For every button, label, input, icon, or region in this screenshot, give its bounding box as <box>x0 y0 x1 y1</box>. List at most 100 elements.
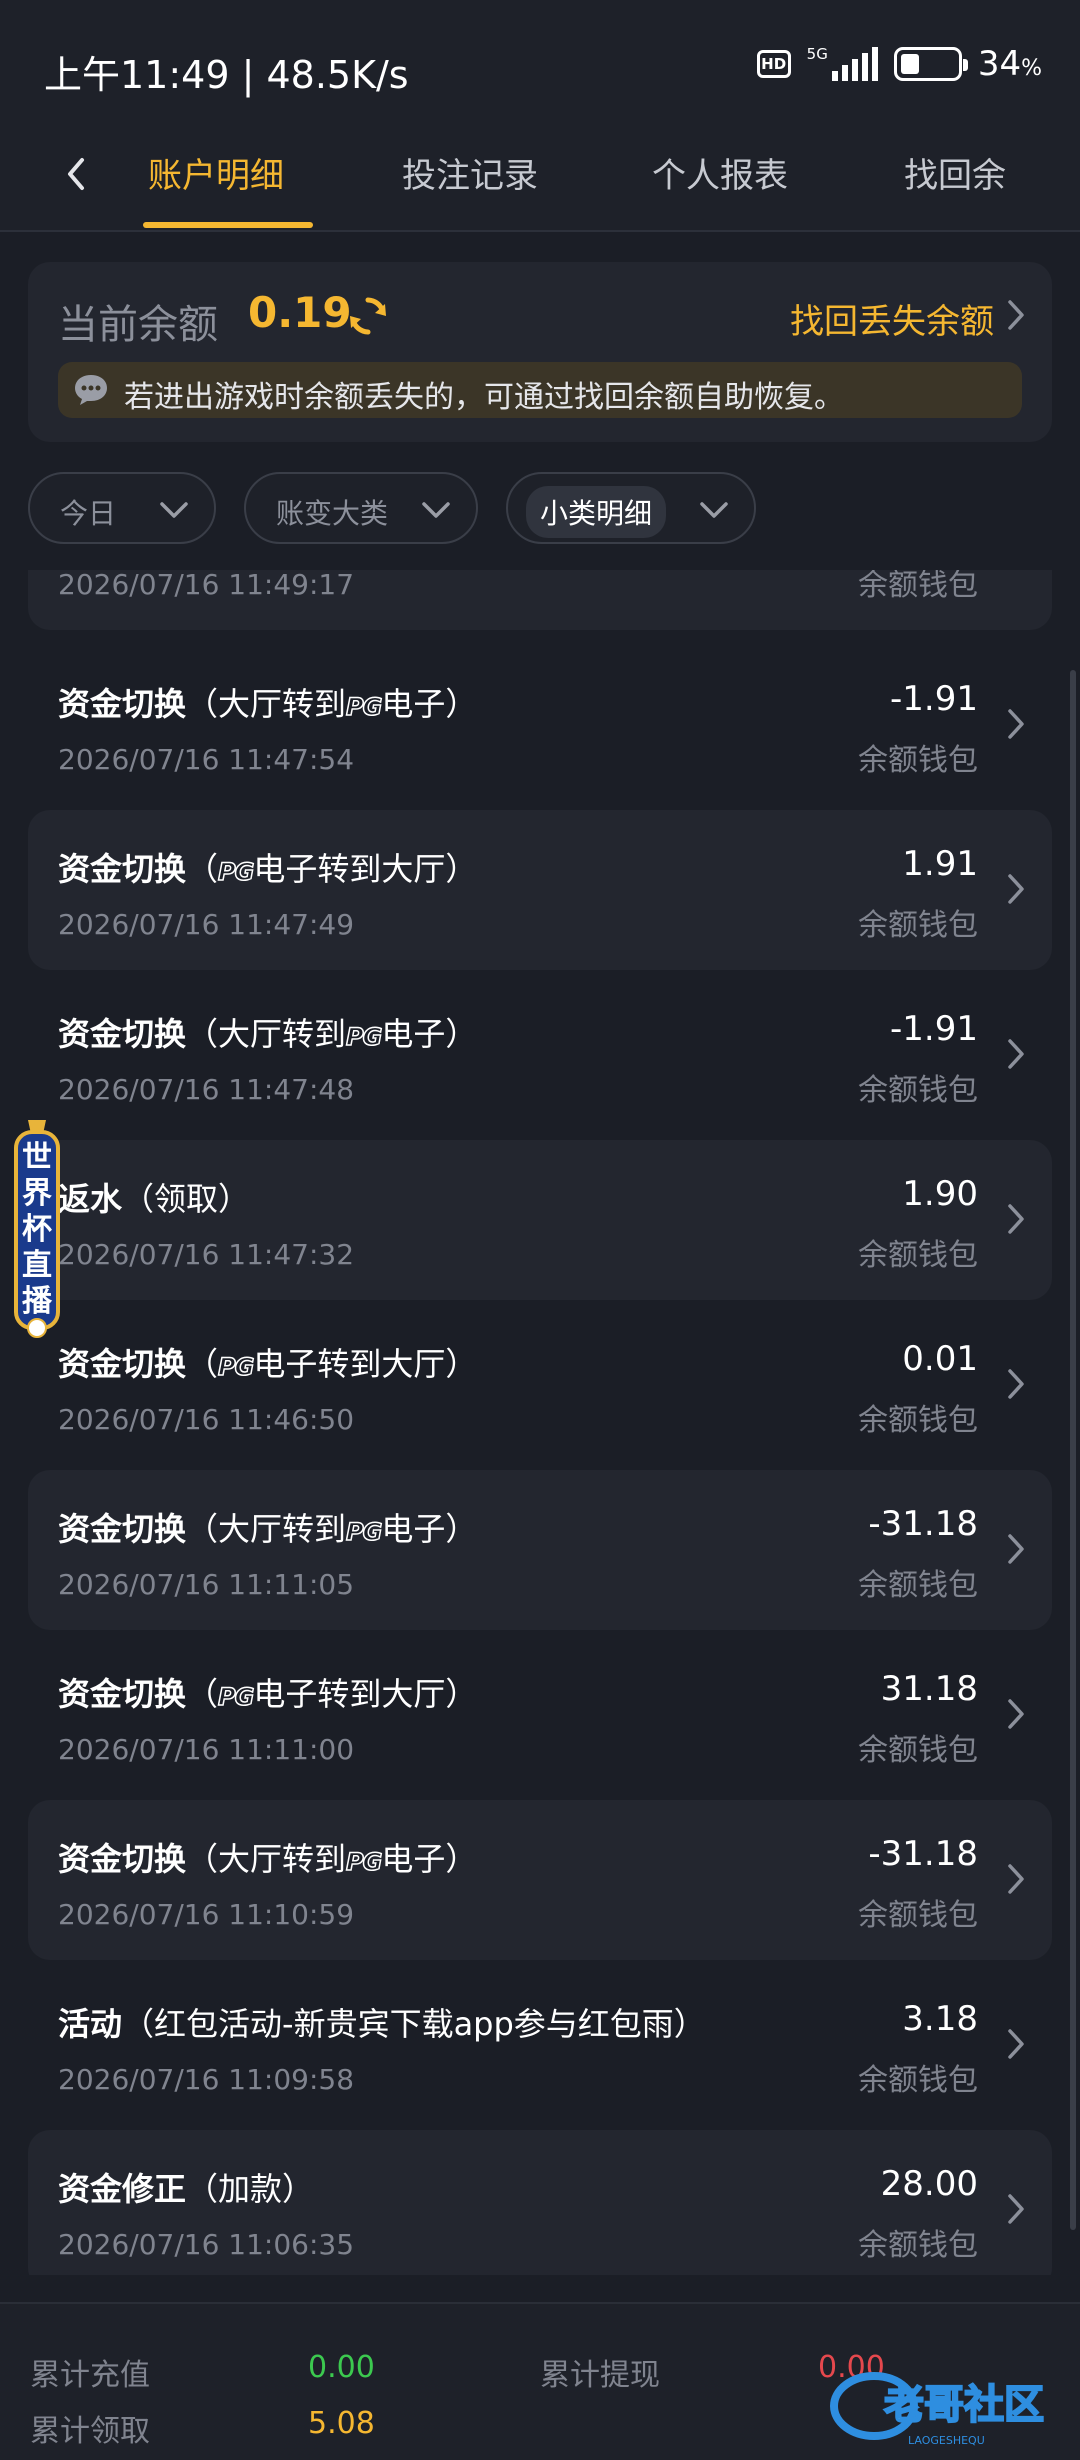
total-claim-label: 累计领取 <box>30 2414 150 2449</box>
total-recharge-value: 0.00 <box>308 2350 375 2385</box>
record-title: 资金切换（PG电子转到大厅） <box>58 1345 478 1383</box>
svg-text:LAOGESHEQU: LAOGESHEQU <box>908 2434 985 2447</box>
record-wallet: 余额钱包 <box>858 743 978 778</box>
balance-card: 当前余额 0.19 找回丢失余额 若进出游戏时余额丢失的，可通过找回余额自助恢复… <box>28 262 1052 442</box>
record-time: 2026/07/16 11:47:54 <box>58 743 355 776</box>
chat-bubble-icon <box>75 375 107 405</box>
svg-text:老哥社区: 老哥社区 <box>884 2382 1044 2428</box>
record-amount: -31.18 <box>868 1834 978 1874</box>
record-amount: 31.18 <box>880 1669 978 1709</box>
chevron-right-icon[interactable] <box>1004 2025 1028 2063</box>
record-list: 2026/07/16 11:49:17 余额钱包 资金切换（大厅转到PG电子） 2… <box>0 570 1080 2275</box>
pg-logo-icon: PG <box>345 1847 383 1877</box>
record-time: 2026/07/16 11:47:32 <box>58 1238 355 1271</box>
record-time: 2026/07/16 11:06:35 <box>58 2228 355 2261</box>
filter-subcategory-label: 小类明细 <box>526 486 667 538</box>
record-time: 2026/07/16 11:09:58 <box>58 2063 355 2096</box>
chevron-down-icon <box>700 502 728 518</box>
world-cup-live-text: 世界杯直播 <box>22 1140 52 1319</box>
battery-icon <box>893 47 968 81</box>
record-wallet: 余额钱包 <box>858 2063 978 2098</box>
status-bar: 上午11:49 | 48.5K/s HD 5G 34% <box>0 0 1080 130</box>
record-wallet: 余额钱包 <box>858 1568 978 1603</box>
pg-logo-icon: PG <box>345 1022 383 1052</box>
tab-bet-records[interactable]: 投注记录 <box>402 148 538 197</box>
filter-date-label: 今日 <box>60 497 117 530</box>
record-amount: 3.18 <box>902 1999 978 2039</box>
chevron-right-icon[interactable] <box>1004 1200 1028 1238</box>
record-time: 2026/07/16 11:49:17 <box>58 570 355 601</box>
list-item[interactable]: 资金切换（大厅转到PG电子） 2026/07/16 11:47:54 -1.91 余额… <box>28 645 1052 805</box>
chevron-left-icon <box>68 158 84 190</box>
chevron-right-icon[interactable] <box>1002 296 1028 334</box>
notice-banner: 若进出游戏时余额丢失的，可通过找回余额自助恢复。 <box>58 362 1022 418</box>
tab-account-details[interactable]: 账户明细 <box>148 148 284 197</box>
tab-recover[interactable]: 找回余 <box>904 148 1006 197</box>
pg-logo-icon: PG <box>345 692 383 722</box>
record-title: 资金切换（大厅转到PG电子） <box>58 685 478 723</box>
recover-balance-link[interactable]: 找回丢失余额 <box>790 294 994 343</box>
active-tab-indicator <box>143 222 313 228</box>
list-item[interactable]: 资金切换（PG电子转到大厅） 2026/07/16 11:47:49 1.91 余额钱… <box>28 810 1052 970</box>
record-title: 资金修正（加款） <box>58 2170 315 2208</box>
record-amount: -1.91 <box>890 1009 978 1049</box>
tab-bar: 账户明细 投注记录 个人报表 找回余 <box>0 130 1080 232</box>
filter-subcategory[interactable]: 小类明细 <box>506 472 756 544</box>
signal-icon: 5G <box>807 47 878 81</box>
chevron-down-icon <box>422 502 450 518</box>
chevron-right-icon[interactable] <box>1004 1035 1028 1073</box>
record-wallet: 余额钱包 <box>858 1403 978 1438</box>
record-wallet: 余额钱包 <box>858 1898 978 1933</box>
filter-category[interactable]: 账变大类 <box>244 472 478 544</box>
record-amount: -1.91 <box>890 679 978 719</box>
world-cup-live-badge[interactable]: 世界杯直播 <box>12 1118 62 1340</box>
refresh-icon[interactable] <box>346 294 390 338</box>
record-wallet: 余额钱包 <box>858 908 978 943</box>
record-title: 资金切换（大厅转到PG电子） <box>58 1510 478 1548</box>
record-title: 资金切换（大厅转到PG电子） <box>58 1015 478 1053</box>
list-item[interactable]: 返水（领取） 2026/07/16 11:47:32 1.90 余额钱包 <box>28 1140 1052 1300</box>
chevron-right-icon[interactable] <box>1004 1530 1028 1568</box>
filter-date[interactable]: 今日 <box>28 472 216 544</box>
network-label: 5G <box>806 45 828 63</box>
balance-label: 当前余额 <box>58 302 218 348</box>
pg-logo-icon: PG <box>217 1682 255 1712</box>
record-title: 返水（领取） <box>58 1180 251 1218</box>
scrollbar[interactable] <box>1070 670 1076 2230</box>
pg-logo-icon: PG <box>217 1352 255 1382</box>
list-item[interactable]: 资金切换（大厅转到PG电子） 2026/07/16 11:11:05 -31.18 余… <box>28 1470 1052 1630</box>
notice-text: 若进出游戏时余额丢失的，可通过找回余额自助恢复。 <box>124 380 844 415</box>
record-wallet: 余额钱包 <box>858 570 978 603</box>
chevron-right-icon[interactable] <box>1004 1365 1028 1403</box>
list-item[interactable]: 活动（红包活动-新贵宾下载app参与红包雨） 2026/07/16 11:09:5… <box>28 1965 1052 2125</box>
record-time: 2026/07/16 11:11:05 <box>58 1568 355 1601</box>
chevron-right-icon[interactable] <box>1004 870 1028 908</box>
pg-logo-icon: PG <box>217 857 255 887</box>
list-item[interactable]: 资金切换（PG电子转到大厅） 2026/07/16 11:46:50 0.01 余额钱… <box>28 1305 1052 1465</box>
record-title: 资金切换（PG电子转到大厅） <box>58 850 478 888</box>
status-time: 上午11:49 | 48.5K/s <box>44 53 409 97</box>
record-time: 2026/07/16 11:46:50 <box>58 1403 355 1436</box>
record-amount: 1.90 <box>902 1174 978 1214</box>
chevron-right-icon[interactable] <box>1004 1695 1028 1733</box>
summary-footer: 累计充值 0.00 累计提现 0.00 累计领取 5.08 老哥社区 LAOGE… <box>0 2302 1080 2460</box>
tab-personal-report[interactable]: 个人报表 <box>652 148 788 197</box>
record-wallet: 余额钱包 <box>858 1073 978 1108</box>
record-wallet: 余额钱包 <box>858 1733 978 1768</box>
list-item-partial[interactable]: 2026/07/16 11:49:17 余额钱包 <box>28 570 1052 630</box>
list-item[interactable]: 资金切换（大厅转到PG电子） 2026/07/16 11:47:48 -1.91 余额… <box>28 975 1052 1135</box>
chevron-right-icon[interactable] <box>1004 2190 1028 2228</box>
chevron-right-icon[interactable] <box>1004 705 1028 743</box>
list-item[interactable]: 资金切换（PG电子转到大厅） 2026/07/16 11:11:00 31.18 余额… <box>28 1635 1052 1795</box>
record-title: 资金切换（大厅转到PG电子） <box>58 1840 478 1878</box>
back-button[interactable] <box>56 144 96 204</box>
balance-value: 0.19 <box>248 288 352 337</box>
status-icons: HD 5G 34% <box>756 44 1042 84</box>
record-title: 资金切换（PG电子转到大厅） <box>58 1675 478 1713</box>
record-time: 2026/07/16 11:11:00 <box>58 1733 355 1766</box>
record-wallet: 余额钱包 <box>858 1238 978 1273</box>
pg-logo-icon: PG <box>345 1517 383 1547</box>
list-item[interactable]: 资金切换（大厅转到PG电子） 2026/07/16 11:10:59 -31.18 余… <box>28 1800 1052 1960</box>
list-item[interactable]: 资金修正（加款） 2026/07/16 11:06:35 28.00 余额钱包 <box>28 2130 1052 2275</box>
chevron-right-icon[interactable] <box>1004 1860 1028 1898</box>
